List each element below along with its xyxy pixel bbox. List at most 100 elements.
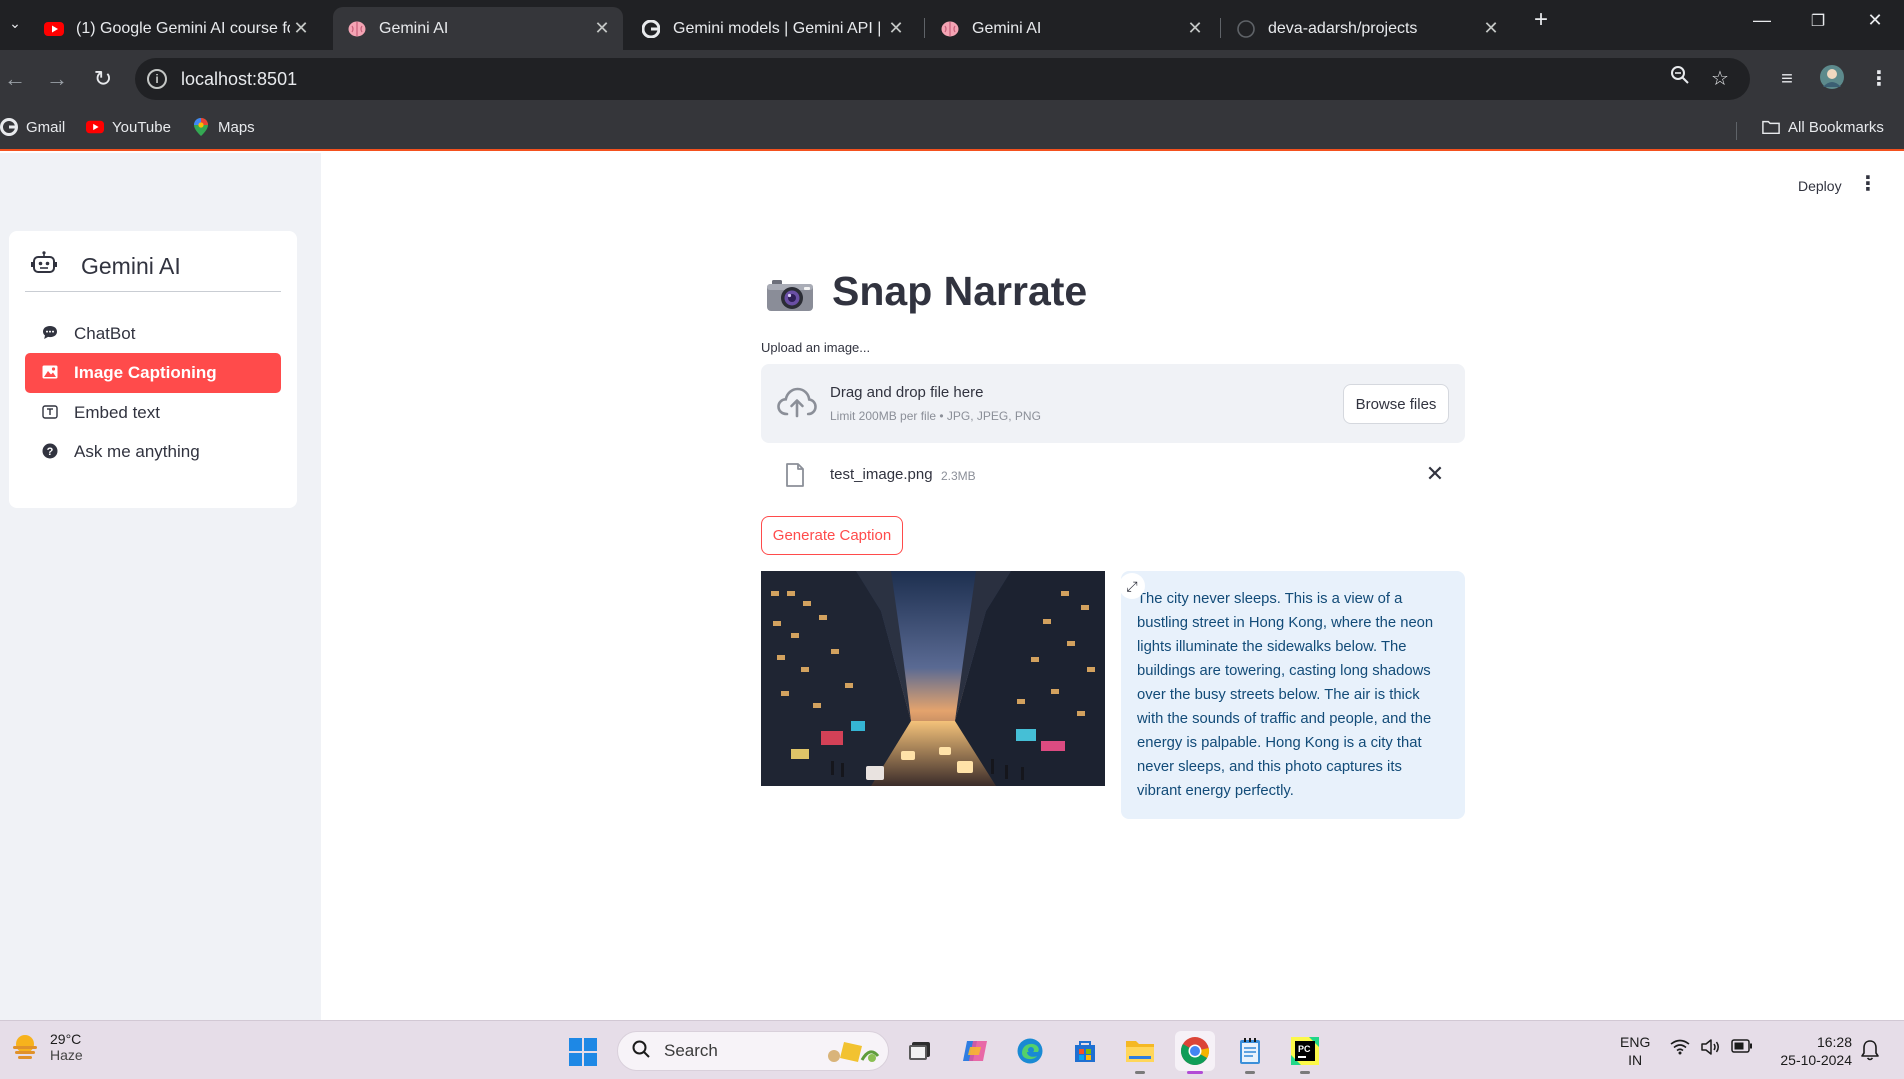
generate-caption-button[interactable]: Generate Caption [761, 516, 903, 555]
sidebar-item-ask-me-anything[interactable]: ? Ask me anything [25, 432, 281, 472]
notification-bell-icon[interactable] [1860, 1039, 1880, 1061]
clock-date: 25-10-2024 [1780, 1052, 1852, 1068]
fullscreen-expand-icon[interactable]: ⤢ [1119, 573, 1145, 599]
battery-icon[interactable] [1731, 1039, 1753, 1058]
wifi-icon[interactable] [1670, 1039, 1690, 1060]
sidebar-item-label: Ask me anything [74, 442, 200, 461]
profile-avatar[interactable] [1817, 64, 1847, 94]
taskbar-chrome[interactable] [1175, 1031, 1215, 1074]
brain-icon [940, 19, 960, 39]
back-icon[interactable]: ← [0, 64, 30, 94]
bookmark-maps[interactable]: Maps [192, 118, 255, 136]
new-tab-icon[interactable]: + [1526, 6, 1556, 34]
tab-gemini-ai-active[interactable]: Gemini AI ✕ [333, 7, 623, 50]
media-control-icon[interactable]: ≡ [1772, 64, 1802, 94]
menu-brand: Gemini AI [31, 251, 181, 281]
tab-search-chevron-icon[interactable]: ⌄ [0, 8, 30, 38]
task-view-icon [909, 1042, 930, 1060]
weather-condition: Haze [50, 1047, 83, 1063]
taskbar-store[interactable] [1065, 1031, 1105, 1071]
youtube-icon [44, 19, 64, 39]
close-tab-icon[interactable]: ✕ [591, 18, 613, 39]
pycharm-icon: PC [1291, 1037, 1319, 1065]
close-tab-icon[interactable]: ✕ [885, 18, 907, 39]
restore-icon[interactable]: ❐ [1803, 11, 1833, 31]
volume-icon[interactable] [1701, 1039, 1721, 1060]
uploaded-image-preview [761, 571, 1105, 786]
taskbar-pycharm[interactable]: PC [1285, 1031, 1325, 1074]
reload-icon[interactable]: ↻ [88, 64, 118, 94]
tab-title: Gemini models | Gemini API | [673, 19, 882, 37]
taskbar-task-view[interactable] [900, 1031, 940, 1071]
all-bookmarks-label: All Bookmarks [1788, 118, 1884, 136]
input-language-indicator[interactable]: ENG IN [1620, 1033, 1650, 1069]
svg-text:?: ? [47, 446, 54, 458]
deploy-button[interactable]: Deploy [1798, 178, 1842, 194]
app-menu-icon[interactable]: ⋮ [1858, 174, 1878, 194]
all-bookmarks[interactable]: All Bookmarks [1762, 118, 1884, 136]
sidebar-item-label: Embed text [74, 403, 160, 422]
tab-gemini-ai-2[interactable]: Gemini AI ✕ [926, 7, 1216, 50]
bookmark-star-icon[interactable]: ☆ [1705, 64, 1735, 94]
taskbar-file-explorer[interactable] [1120, 1031, 1160, 1074]
weather-widget[interactable]: 29°C Haze [10, 1031, 83, 1063]
question-icon: ? [41, 443, 59, 462]
sidebar-item-image-captioning[interactable]: Image Captioning [25, 353, 281, 393]
tab-youtube-course[interactable]: (1) Google Gemini AI course for ✕ [30, 7, 322, 50]
sidebar-item-chatbot[interactable]: ChatBot [25, 314, 281, 354]
browser-toolbar: ← → ↻ i localhost:8501 ☆ ≡ ⋮ [0, 50, 1904, 108]
taskbar-notepad[interactable] [1230, 1031, 1270, 1074]
taskbar-search-box[interactable]: Search [617, 1031, 889, 1071]
caption-output: The city never sleeps. This is a view of… [1121, 571, 1465, 819]
site-info-icon[interactable]: i [147, 69, 167, 89]
close-tab-icon[interactable]: ✕ [1184, 18, 1206, 39]
caption-text: The city never sleeps. This is a view of… [1137, 591, 1434, 799]
sidebar-item-embed-text[interactable]: Embed text [25, 393, 281, 433]
bookmark-label: Gmail [26, 118, 66, 136]
tab-title: Gemini AI [379, 19, 449, 37]
windows-start-icon[interactable] [568, 1037, 598, 1067]
folder-icon [1762, 118, 1780, 136]
brain-icon [347, 19, 367, 39]
taskbar-copilot[interactable] [955, 1031, 995, 1071]
search-label: Search [664, 1041, 718, 1060]
cloud-upload-icon [777, 386, 817, 422]
tab-separator [1220, 18, 1221, 38]
google-icon [0, 118, 18, 136]
browser-menu-icon[interactable]: ⋮ [1864, 64, 1894, 94]
bookmark-label: YouTube [112, 118, 171, 136]
tab-separator [924, 18, 925, 38]
remove-file-icon[interactable]: ✕ [1423, 461, 1447, 487]
folder-icon [1126, 1041, 1154, 1062]
zoom-icon[interactable] [1665, 64, 1695, 94]
tab-gemini-models[interactable]: Gemini models | Gemini API | ✕ [627, 7, 917, 50]
edge-icon [1017, 1038, 1043, 1064]
dropzone-limit-text: Limit 200MB per file • JPG, JPEG, PNG [830, 409, 1041, 423]
youtube-icon [86, 118, 104, 136]
bookmark-gmail[interactable]: Gmail [0, 118, 65, 136]
browse-files-button[interactable]: Browse files [1343, 384, 1449, 424]
bookmarks-bar: Gmail YouTube Maps All Bookmarks [0, 108, 1904, 151]
close-window-icon[interactable]: ✕ [1860, 10, 1890, 31]
minimize-icon[interactable]: — [1747, 10, 1777, 31]
close-tab-icon[interactable]: ✕ [290, 18, 312, 39]
file-name: test_image.png [830, 466, 933, 483]
os-taskbar: 29°C Haze Search PC ENG IN 16:28 25-10-2… [0, 1020, 1904, 1079]
robot-icon [31, 251, 59, 281]
system-clock[interactable]: 16:28 25-10-2024 [1772, 1033, 1852, 1069]
weather-temp: 29°C [50, 1031, 82, 1047]
lang-line-1: ENG [1620, 1034, 1651, 1050]
bookmark-youtube[interactable]: YouTube [86, 118, 171, 136]
tab-github-projects[interactable]: deva-adarsh/projects ✕ [1222, 7, 1512, 50]
close-tab-icon[interactable]: ✕ [1480, 18, 1502, 39]
file-dropzone[interactable]: Drag and drop file here Limit 200MB per … [761, 364, 1465, 443]
taskbar-edge[interactable] [1010, 1031, 1050, 1071]
lang-line-2: IN [1628, 1052, 1643, 1068]
running-indicator [1187, 1071, 1203, 1074]
address-bar[interactable]: i localhost:8501 ☆ [135, 58, 1750, 100]
tab-title: deva-adarsh/projects [1268, 19, 1418, 37]
forward-icon[interactable]: → [42, 64, 72, 94]
tab-title: Gemini AI [972, 19, 1042, 37]
chat-bubble-icon [41, 325, 59, 343]
sun-haze-icon [10, 1032, 40, 1062]
